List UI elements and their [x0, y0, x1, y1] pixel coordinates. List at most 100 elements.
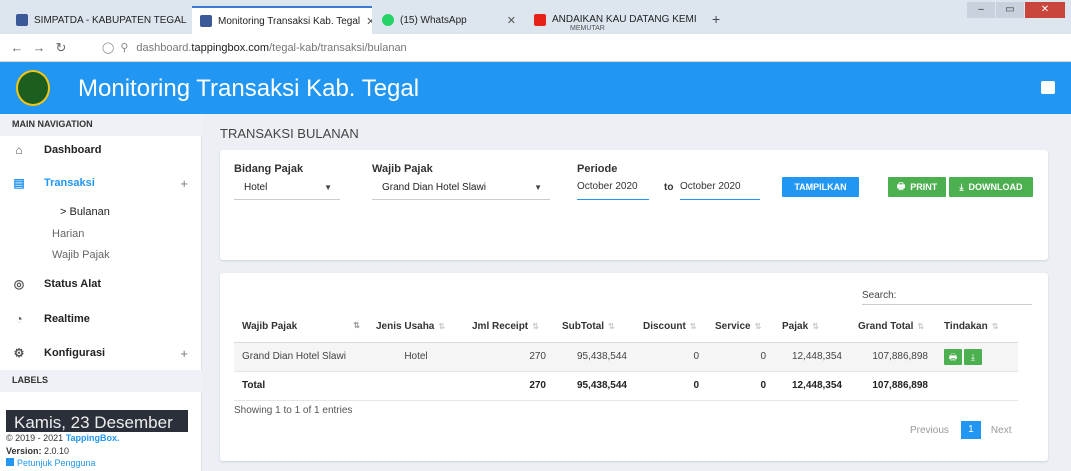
column-label: Pajak	[782, 321, 809, 333]
cell-service: 0	[707, 342, 774, 372]
sort-icon: ⇅	[991, 322, 999, 332]
periode-from-input[interactable]: October 2020	[577, 178, 649, 200]
copyright-text: © 2019 - 2021	[6, 433, 66, 443]
column-label: Tindakan	[944, 321, 988, 333]
sort-icon: ⇅	[438, 322, 446, 332]
sidebar-subitem-bulanan[interactable]: > Bulanan	[0, 206, 110, 218]
download-row-icon[interactable]: ⤓	[964, 348, 982, 365]
user-profile-icon[interactable]	[1041, 81, 1055, 94]
list-icon: ▤	[13, 176, 25, 190]
version: Version: 2.0.10	[6, 446, 69, 456]
column-label: Discount	[643, 321, 686, 333]
chevron-down-icon: ▼	[324, 183, 332, 192]
tab-close-icon[interactable]: ✕	[697, 14, 700, 27]
sidebar-subitem-wajib-pajak[interactable]: Wajib Pajak	[0, 249, 110, 261]
browser-nav-bar: ← → ↻ ◯ ⚲ dashboard. tappingbox.com/tegal…	[0, 34, 1071, 89]
maximize-icon[interactable]: ▭	[996, 2, 1024, 18]
tab-playing-label: MEMUTAR	[570, 25, 605, 32]
forward-icon[interactable]: →	[28, 40, 50, 55]
bidang-pajak-select[interactable]: Hotel ▼	[234, 178, 340, 200]
download-button[interactable]: ⤓ DOWNLOAD	[949, 177, 1033, 197]
book-icon	[6, 458, 14, 466]
to-label: to	[664, 182, 674, 193]
total-grand-total: 107,886,898	[850, 371, 936, 401]
tab-title: (15) WhatsApp	[400, 14, 467, 26]
column-header[interactable]: Discount ⇅	[635, 312, 707, 343]
home-icon: ⌂	[15, 143, 23, 157]
sidebar-subitem-harian[interactable]: Harian	[0, 228, 84, 240]
column-header[interactable]: Jml Receipt ⇅	[464, 312, 554, 343]
guide-link[interactable]: Petunjuk Pengguna	[6, 458, 96, 468]
column-header[interactable]: SubTotal ⇅	[554, 312, 635, 343]
tab-title: SIMPATDA - KABUPATEN TEGAL	[34, 14, 187, 26]
total-jml-receipt: 270	[464, 371, 554, 401]
site-favicon-icon	[16, 14, 28, 26]
tab-simpatda[interactable]: SIMPATDA - KABUPATEN TEGAL ✕	[8, 6, 192, 34]
total-tindakan	[936, 371, 1018, 401]
whatsapp-icon	[382, 14, 394, 26]
sort-icon: ⇅	[917, 322, 925, 332]
total-jenis-usaha	[368, 371, 464, 401]
tab-monitoring[interactable]: Monitoring Transaksi Kab. Tegal ✕	[192, 6, 372, 34]
expand-icon[interactable]: +	[180, 346, 188, 361]
cell-tindakan: 🖶 ⤓	[936, 342, 1018, 372]
periode-label: Periode	[577, 163, 618, 175]
sort-icon: ⇅	[532, 322, 539, 332]
close-window-icon[interactable]: ✕	[1025, 2, 1065, 18]
app-title: Monitoring Transaksi Kab. Tegal	[78, 75, 420, 102]
tab-close-icon[interactable]: ✕	[501, 14, 516, 27]
print-row-icon[interactable]: 🖶	[944, 348, 962, 365]
expand-icon[interactable]: +	[180, 176, 188, 191]
pagination-previous[interactable]: Previous	[910, 425, 949, 436]
tab-youtube[interactable]: ANDAIKAN KAU DATANG KEMI MEMUTAR ✕	[526, 6, 700, 34]
new-tab-button[interactable]: +	[712, 11, 720, 27]
main-navigation-heading: MAIN NAVIGATION	[0, 114, 202, 136]
table-header-row: Wajib Pajak ⇅ Jenis Usaha ⇅ Jml Receipt ⇅ S…	[234, 312, 1018, 343]
column-label: Service	[715, 321, 751, 333]
clock-icon: ◔	[15, 312, 23, 326]
cell-jml-receipt: 270	[464, 342, 554, 372]
cell-wajib-pajak: Grand Dian Hotel Slawi	[234, 342, 368, 372]
table-info: Showing 1 to 1 of 1 entries	[234, 405, 353, 416]
total-pajak: 12,448,354	[774, 371, 850, 401]
total-service: 0	[707, 371, 774, 401]
column-label: Grand Total	[858, 321, 914, 333]
minimize-icon[interactable]: –	[967, 2, 995, 18]
address-bar[interactable]: ◯ ⚲ dashboard. tappingbox.com/tegal-kab/t…	[102, 41, 407, 55]
column-header[interactable]: Pajak ⇅	[774, 312, 850, 343]
sidebar-item-konfigurasi[interactable]: ⚙ Konfigurasi +	[0, 339, 202, 367]
total-label: Total	[234, 371, 368, 401]
brand-link[interactable]: TappingBox.	[66, 433, 120, 443]
tab-close-icon[interactable]: ✕	[360, 15, 372, 28]
search-label: Search:	[862, 290, 897, 301]
column-header[interactable]: Jenis Usaha ⇅	[368, 312, 464, 343]
reload-icon[interactable]: ↻	[50, 40, 72, 56]
column-label: SubTotal	[562, 321, 605, 333]
periode-to-input[interactable]: October 2020	[680, 178, 760, 200]
tab-title: Monitoring Transaksi Kab. Tegal	[218, 15, 361, 27]
browser-tab-bar: SIMPATDA - KABUPATEN TEGAL ✕ Monitoring …	[0, 0, 1071, 34]
tab-title: ANDAIKAN KAU DATANG KEMI	[552, 14, 697, 25]
guide-label: Petunjuk Pengguna	[17, 458, 96, 468]
column-header[interactable]: Grand Total ⇅	[850, 312, 936, 343]
pagination-next[interactable]: Next	[991, 425, 1012, 436]
column-header[interactable]: Tindakan ⇅	[936, 312, 1018, 343]
column-label: Jml Receipt	[472, 321, 529, 333]
sidebar-item-status-alat[interactable]: ◎ Status Alat	[0, 270, 202, 298]
sort-icon: ⇅	[689, 322, 697, 332]
sort-icon: ⇅	[608, 322, 615, 332]
tab-whatsapp[interactable]: (15) WhatsApp ✕	[374, 6, 524, 34]
pagination-page-1[interactable]: 1	[960, 421, 981, 439]
search-input[interactable]	[862, 304, 1032, 305]
sidebar-item-realtime[interactable]: ◔ Realtime	[0, 305, 202, 333]
print-button[interactable]: 🖶 PRINT	[888, 177, 946, 197]
signal-icon: ◎	[13, 277, 25, 291]
column-header[interactable]: Service ⇅	[707, 312, 774, 343]
sidebar-item-label: Dashboard	[44, 144, 102, 156]
tampilkan-button[interactable]: TAMPILKAN	[782, 177, 859, 197]
column-header[interactable]: Wajib Pajak ⇅	[234, 312, 368, 343]
wajib-pajak-select[interactable]: Grand Dian Hotel Slawi ▼	[372, 178, 550, 200]
sidebar-item-transaksi[interactable]: ▤ Transaksi +	[0, 169, 202, 197]
sidebar-item-dashboard[interactable]: ⌂ Dashboard	[0, 136, 202, 164]
back-icon[interactable]: ←	[6, 40, 28, 55]
